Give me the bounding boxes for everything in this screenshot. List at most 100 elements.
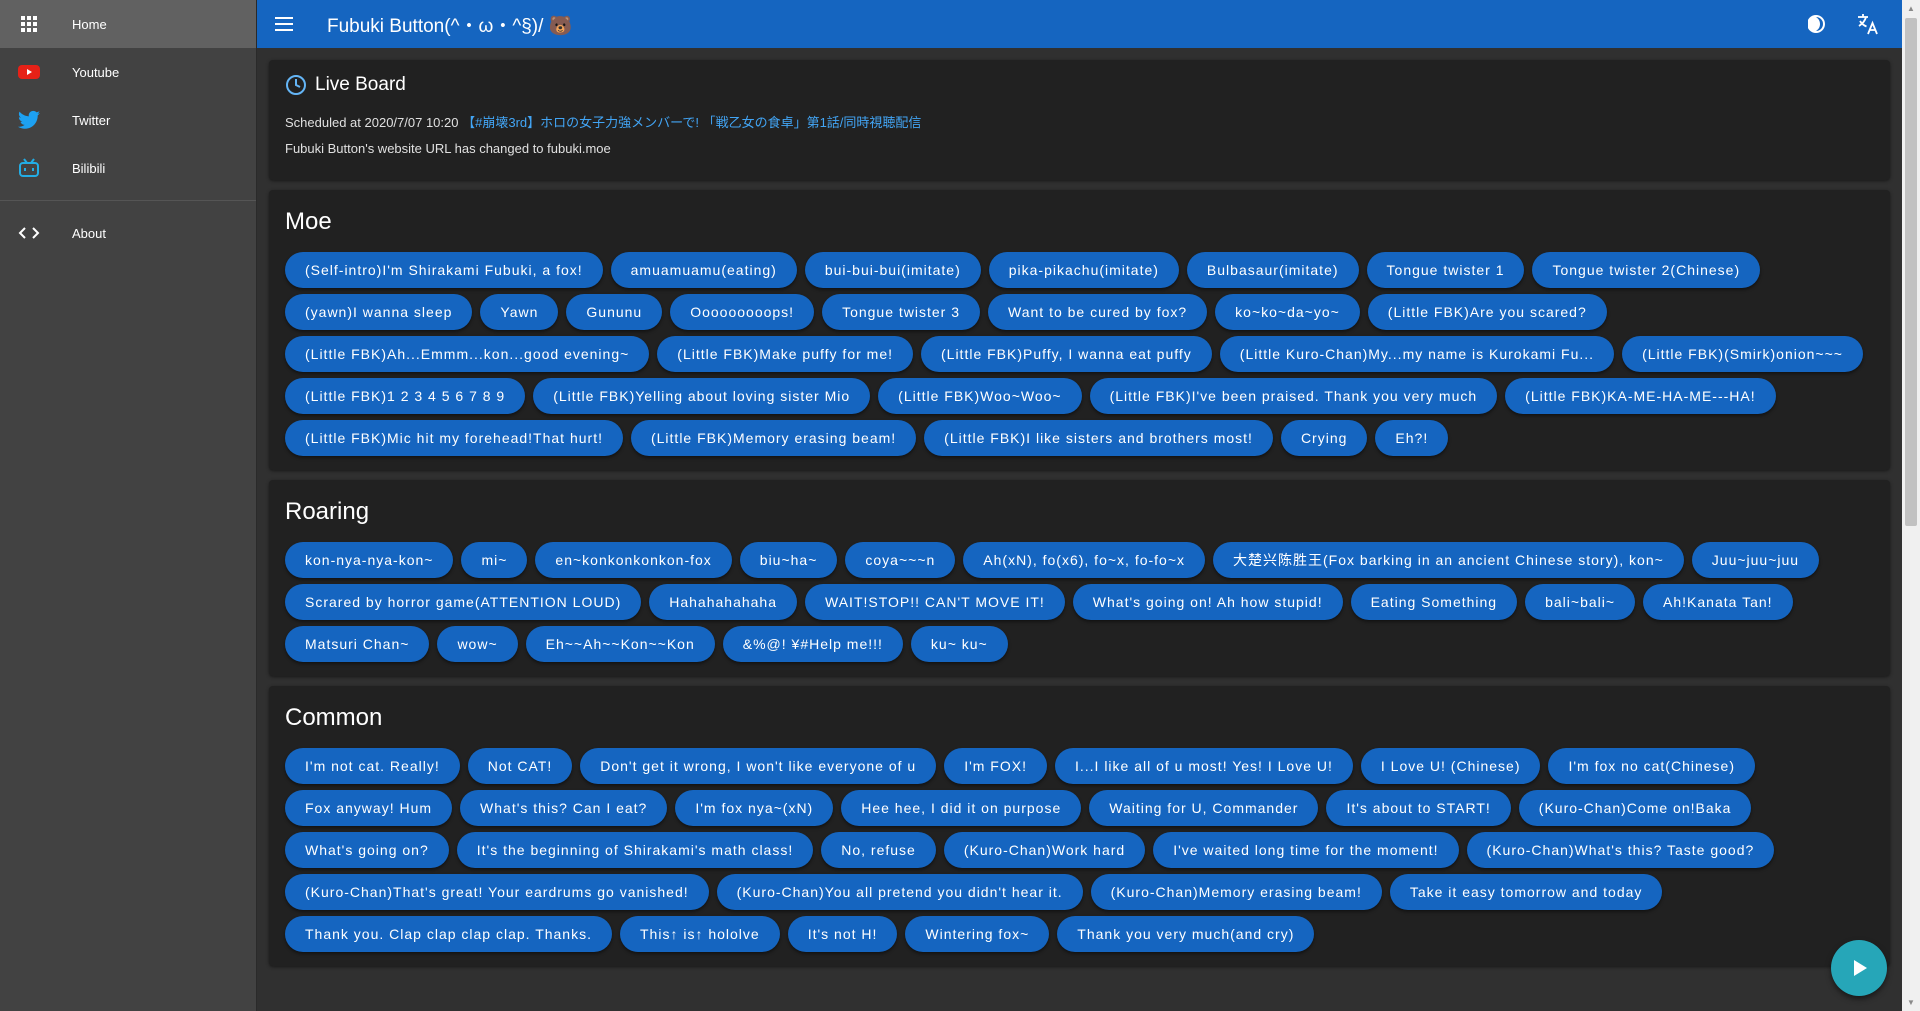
voice-button[interactable]: I...I like all of u most! Yes! I Love U! bbox=[1054, 748, 1353, 784]
voice-button[interactable]: (Little FBK)I've been praised. Thank you… bbox=[1089, 378, 1498, 414]
voice-button[interactable]: wow~ bbox=[437, 626, 518, 662]
voice-button[interactable]: (Little FBK)Puffy, I wanna eat puffy bbox=[921, 336, 1212, 372]
play-button[interactable] bbox=[1831, 940, 1887, 996]
voice-button[interactable]: Eating Something bbox=[1350, 584, 1518, 620]
voice-button[interactable]: Fox anyway! Hum bbox=[285, 790, 453, 826]
voice-button[interactable]: Eh?! bbox=[1375, 420, 1449, 456]
voice-button[interactable]: What's going on! Ah how stupid! bbox=[1072, 584, 1343, 620]
voice-button[interactable]: (Little FBK)Make puffy for me! bbox=[657, 336, 913, 372]
voice-button[interactable]: What's this? Can I eat? bbox=[460, 790, 668, 826]
sidebar-item-home[interactable]: Home bbox=[0, 0, 256, 48]
page-scrollbar[interactable]: ▲ ▼ bbox=[1902, 0, 1920, 1011]
voice-button[interactable]: amuamuamu(eating) bbox=[610, 252, 797, 288]
voice-button[interactable]: (Little FBK)KA-ME-HA-ME---HA! bbox=[1505, 378, 1776, 414]
voice-button[interactable]: I'm not cat. Really! bbox=[285, 748, 460, 784]
sidebar-item-twitter[interactable]: Twitter bbox=[0, 96, 256, 144]
voice-button[interactable]: Thank you very much(and cry) bbox=[1057, 916, 1315, 952]
voice-button[interactable]: (Kuro-Chan)Come on!Baka bbox=[1518, 790, 1752, 826]
voice-button[interactable]: bali~bali~ bbox=[1525, 584, 1636, 620]
voice-button[interactable]: Ah!Kanata Tan! bbox=[1643, 584, 1793, 620]
voice-button[interactable]: (Little FBK)Are you scared? bbox=[1367, 294, 1607, 330]
voice-button[interactable]: Don't get it wrong, I won't like everyon… bbox=[580, 748, 937, 784]
voice-button[interactable]: What's going on? bbox=[285, 832, 449, 868]
voice-button[interactable]: Hahahahahaha bbox=[649, 584, 798, 620]
voice-button[interactable]: (Kuro-Chan)That's great! Your eardrums g… bbox=[285, 874, 709, 910]
voice-button[interactable]: I'm fox no cat(Chinese) bbox=[1548, 748, 1755, 784]
scroll-down-arrow-icon[interactable]: ▼ bbox=[1902, 994, 1920, 1011]
voice-button[interactable]: (Little FBK)Woo~Woo~ bbox=[878, 378, 1082, 414]
voice-button[interactable]: I Love U! (Chinese) bbox=[1360, 748, 1541, 784]
voice-button[interactable]: It's the beginning of Shirakami's math c… bbox=[456, 832, 814, 868]
voice-button[interactable]: Yawn bbox=[480, 294, 559, 330]
voice-button[interactable]: Want to be cured by fox? bbox=[988, 294, 1208, 330]
voice-button[interactable]: ku~ ku~ bbox=[910, 626, 1008, 662]
translate-icon[interactable] bbox=[1856, 12, 1880, 36]
voice-button[interactable]: mi~ bbox=[461, 542, 528, 578]
voice-button[interactable]: Not CAT! bbox=[467, 748, 573, 784]
sidebar-item-label: Twitter bbox=[72, 112, 111, 128]
voice-button[interactable]: &%@! ¥#Help me!!! bbox=[722, 626, 903, 662]
voice-button[interactable]: Bulbasaur(imitate) bbox=[1186, 252, 1359, 288]
voice-button[interactable]: Crying bbox=[1280, 420, 1368, 456]
scrollbar-thumb[interactable] bbox=[1905, 18, 1917, 526]
voice-button[interactable]: It's about to START! bbox=[1326, 790, 1511, 826]
voice-button[interactable]: (Little FBK)Ah...Emmm...kon...good eveni… bbox=[285, 336, 650, 372]
voice-button[interactable]: (Kuro-Chan)Memory erasing beam! bbox=[1090, 874, 1382, 910]
voice-button[interactable]: Tongue twister 3 bbox=[822, 294, 981, 330]
sidebar-item-about[interactable]: About bbox=[0, 209, 256, 257]
hamburger-icon-line bbox=[275, 29, 293, 31]
voice-button[interactable]: Ooooooooops! bbox=[670, 294, 815, 330]
sidebar-item-bilibili[interactable]: Bilibili bbox=[0, 144, 256, 192]
voice-button[interactable]: Matsuri Chan~ bbox=[285, 626, 430, 662]
voice-button[interactable]: 大楚兴陈胜王(Fox barking in an ancient Chinese… bbox=[1213, 542, 1684, 578]
voice-button[interactable]: (Self-intro)I'm Shirakami Fubuki, a fox! bbox=[285, 252, 603, 288]
voice-button[interactable]: (Little Kuro-Chan)My...my name is Kuroka… bbox=[1219, 336, 1615, 372]
voice-button[interactable]: This↑ is↑ hololve bbox=[620, 916, 780, 952]
voice-button[interactable]: Take it easy tomorrow and today bbox=[1389, 874, 1663, 910]
voice-button[interactable]: pika-pikachu(imitate) bbox=[988, 252, 1179, 288]
live-schedule-text: Scheduled at 2020/7/07 10:20 bbox=[285, 115, 459, 130]
voice-button[interactable]: (Little FBK)I like sisters and brothers … bbox=[924, 420, 1273, 456]
voice-button[interactable]: Eh~~Ah~~Kon~~Kon bbox=[525, 626, 715, 662]
voice-button[interactable]: (yawn)I wanna sleep bbox=[285, 294, 473, 330]
voice-button[interactable]: coya~~~n bbox=[845, 542, 956, 578]
live-stream-link[interactable]: 【#崩壊3rd】ホロの女子力強メンバーで! 「戦乙女の食卓」第1話/同時視聴配信 bbox=[462, 115, 921, 130]
voice-button[interactable]: ko~ko~da~yo~ bbox=[1215, 294, 1360, 330]
voice-button[interactable]: Gununu bbox=[566, 294, 663, 330]
voice-button[interactable]: Scrared by horror game(ATTENTION LOUD) bbox=[285, 584, 642, 620]
sidebar-item-youtube[interactable]: Youtube bbox=[0, 48, 256, 96]
live-schedule-line: Scheduled at 2020/7/07 10:20 【#崩壊3rd】ホロの… bbox=[285, 112, 1874, 131]
scroll-up-arrow-icon[interactable]: ▲ bbox=[1902, 0, 1920, 17]
voice-button[interactable]: Hee hee, I did it on purpose bbox=[841, 790, 1082, 826]
menu-toggle-button[interactable] bbox=[275, 13, 297, 35]
voice-button[interactable]: Waiting for U, Commander bbox=[1089, 790, 1319, 826]
voice-button[interactable]: I'm fox nya~(xN) bbox=[675, 790, 834, 826]
voice-button[interactable]: (Little FBK)Yelling about loving sister … bbox=[533, 378, 871, 414]
voice-button[interactable]: Ah(xN), fo(x6), fo~x, fo-fo~x bbox=[963, 542, 1206, 578]
voice-button[interactable]: (Little FBK)(Smirk)onion~~~ bbox=[1622, 336, 1863, 372]
voice-button[interactable]: (Little FBK)Memory erasing beam! bbox=[630, 420, 917, 456]
voice-button[interactable]: Tongue twister 2(Chinese) bbox=[1532, 252, 1761, 288]
dark-mode-toggle-icon[interactable] bbox=[1806, 12, 1830, 36]
nav-divider bbox=[0, 200, 256, 201]
voice-button[interactable]: Juu~juu~juu bbox=[1691, 542, 1820, 578]
voice-button[interactable]: Wintering fox~ bbox=[905, 916, 1050, 952]
voice-button[interactable]: Thank you. Clap clap clap clap. Thanks. bbox=[285, 916, 612, 952]
voice-button[interactable]: I've waited long time for the moment! bbox=[1153, 832, 1459, 868]
voice-button[interactable]: (Little FBK)1 2 3 4 5 6 7 8 9 bbox=[285, 378, 526, 414]
voice-button[interactable]: (Kuro-Chan)You all pretend you didn't he… bbox=[716, 874, 1083, 910]
voice-button[interactable]: Tongue twister 1 bbox=[1366, 252, 1525, 288]
voice-button[interactable]: No, refuse bbox=[821, 832, 936, 868]
voice-button[interactable]: It's not H! bbox=[787, 916, 898, 952]
sidebar-item-label: Home bbox=[72, 16, 107, 32]
voice-button[interactable]: biu~ha~ bbox=[739, 542, 838, 578]
voice-button[interactable]: I'm FOX! bbox=[944, 748, 1047, 784]
section-common: Common I'm not cat. Really! Not CAT! Don't… bbox=[269, 686, 1890, 966]
voice-button[interactable]: (Kuro-Chan)Work hard bbox=[943, 832, 1146, 868]
voice-button[interactable]: WAIT!STOP!! CAN'T MOVE IT! bbox=[805, 584, 1065, 620]
voice-button[interactable]: en~konkonkonkon-fox bbox=[535, 542, 732, 578]
voice-button[interactable]: kon-nya-nya-kon~ bbox=[285, 542, 454, 578]
voice-button[interactable]: (Little FBK)Mic hit my forehead!That hur… bbox=[285, 420, 623, 456]
voice-button[interactable]: bui-bui-bui(imitate) bbox=[804, 252, 981, 288]
voice-button[interactable]: (Kuro-Chan)What's this? Taste good? bbox=[1466, 832, 1775, 868]
